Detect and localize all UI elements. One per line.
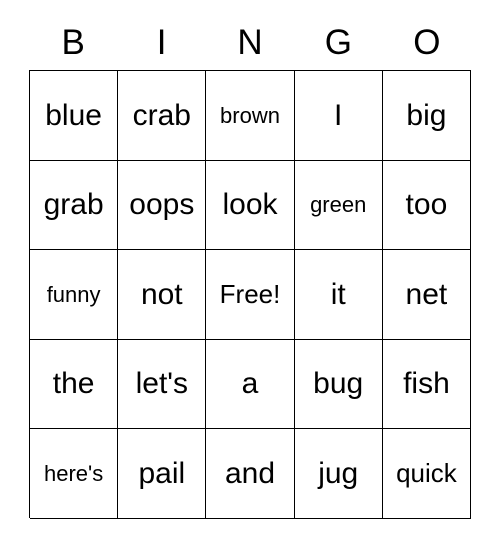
bingo-cell-label: jug xyxy=(318,456,359,490)
bingo-header-g: G xyxy=(324,22,353,62)
bingo-header-i: I xyxy=(156,22,167,62)
bingo-header-n: N xyxy=(237,22,263,62)
bingo-row: grab oops look green too xyxy=(30,160,472,251)
bingo-cell[interactable]: it xyxy=(294,250,383,340)
bingo-cell-label: big xyxy=(406,98,447,132)
bingo-cell[interactable]: a xyxy=(206,339,295,430)
bingo-cell[interactable]: look xyxy=(206,160,295,251)
bingo-row: the let's a bug fish xyxy=(30,339,472,430)
bingo-cell-label: too xyxy=(405,188,448,222)
bingo-cell[interactable]: blue xyxy=(30,71,119,161)
bingo-cell-label: Free! xyxy=(219,278,281,309)
bingo-row: blue crab brown I big xyxy=(30,71,472,161)
bingo-cell[interactable]: crab xyxy=(118,71,207,161)
bingo-row: funny not Free! it net xyxy=(30,250,472,340)
bingo-cell[interactable]: and xyxy=(206,429,295,519)
bingo-grid: blue crab brown I big grab oops look gre… xyxy=(29,70,472,519)
bingo-header-row: B I N G O xyxy=(29,14,471,70)
bingo-cell-label: funny xyxy=(46,281,101,307)
bingo-cell[interactable]: jug xyxy=(294,429,383,519)
bingo-cell[interactable]: the xyxy=(30,339,119,430)
bingo-cell-label: green xyxy=(310,192,367,218)
bingo-cell-label: look xyxy=(222,188,278,222)
bingo-cell[interactable]: grab xyxy=(30,160,119,251)
bingo-cell-label: bug xyxy=(313,367,364,401)
bingo-cell[interactable]: quick xyxy=(382,429,472,519)
bingo-cell-label: not xyxy=(140,277,183,311)
bingo-cell-free[interactable]: Free! xyxy=(206,250,295,340)
bingo-cell-label: it xyxy=(330,277,346,311)
bingo-cell-label: blue xyxy=(45,98,102,132)
bingo-cell-label: a xyxy=(241,367,259,401)
bingo-cell-label: pail xyxy=(138,456,186,490)
bingo-cell[interactable]: net xyxy=(382,250,472,340)
bingo-cell-label: let's xyxy=(135,367,189,401)
bingo-card: B I N G O blue crab brown I big grab oop… xyxy=(0,0,500,544)
bingo-cell[interactable]: pail xyxy=(118,429,207,519)
bingo-cell[interactable]: let's xyxy=(118,339,207,430)
bingo-cell-label: net xyxy=(405,277,448,311)
bingo-cell-label: crab xyxy=(132,98,191,132)
bingo-cell-label: grab xyxy=(43,188,104,222)
bingo-cell-label: quick xyxy=(396,458,457,489)
bingo-cell[interactable]: big xyxy=(382,71,472,161)
bingo-cell-label: fish xyxy=(403,367,450,401)
bingo-cell-label: and xyxy=(224,456,276,490)
bingo-cell[interactable]: too xyxy=(382,160,472,251)
bingo-row: here's pail and jug quick xyxy=(30,429,472,519)
bingo-cell[interactable]: I xyxy=(294,71,383,161)
bingo-cell-label: oops xyxy=(129,188,195,222)
bingo-cell-label: I xyxy=(334,98,343,132)
bingo-cell[interactable]: bug xyxy=(294,339,383,430)
bingo-cell[interactable]: here's xyxy=(30,429,119,519)
bingo-cell-label: here's xyxy=(43,461,104,487)
bingo-cell[interactable]: brown xyxy=(206,71,295,161)
bingo-header-b: B xyxy=(61,22,85,62)
bingo-header-o: O xyxy=(413,22,441,62)
bingo-cell[interactable]: not xyxy=(118,250,207,340)
bingo-cell[interactable]: fish xyxy=(382,339,472,430)
bingo-cell[interactable]: green xyxy=(294,160,383,251)
bingo-cell-label: brown xyxy=(220,102,280,128)
bingo-cell-label: the xyxy=(52,367,95,401)
bingo-cell[interactable]: oops xyxy=(118,160,207,251)
bingo-cell[interactable]: funny xyxy=(30,250,119,340)
